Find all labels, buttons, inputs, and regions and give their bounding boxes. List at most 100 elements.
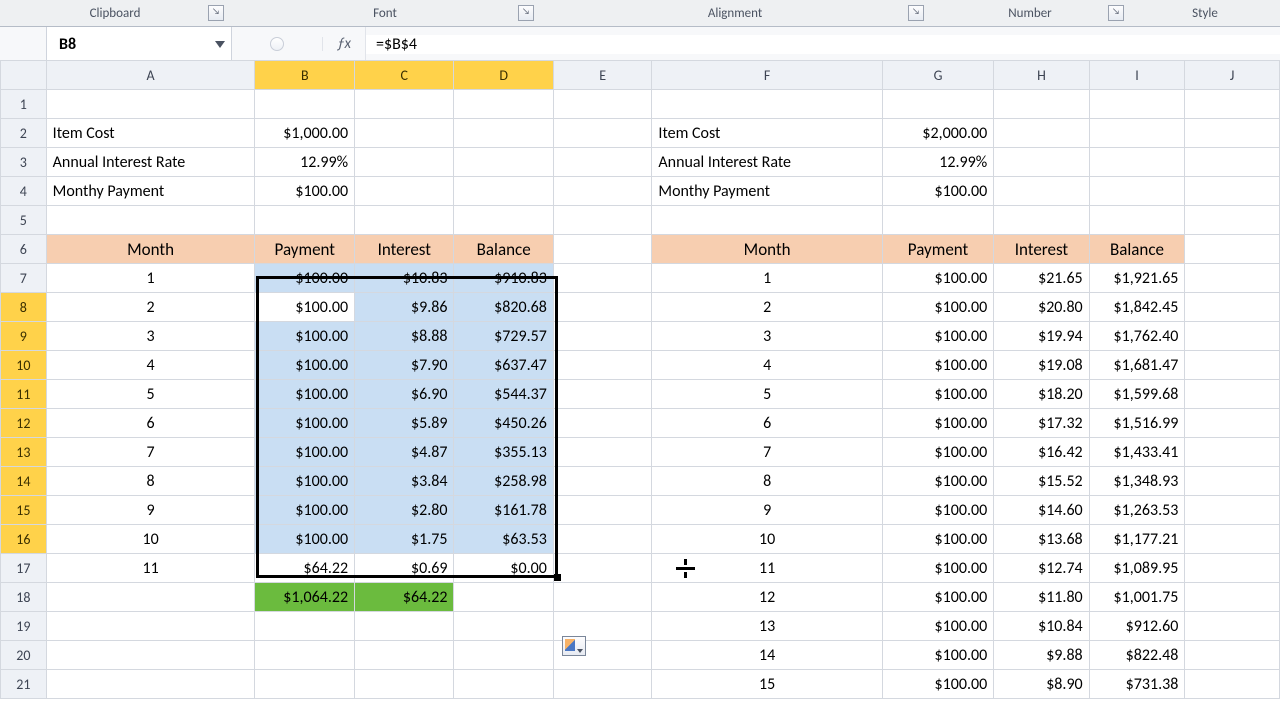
- cell[interactable]: $10.83: [355, 264, 454, 293]
- cell[interactable]: 9: [46, 496, 255, 525]
- row-header[interactable]: 7: [1, 264, 47, 293]
- cell[interactable]: 12.99%: [255, 148, 355, 177]
- cell[interactable]: $1,921.65: [1089, 264, 1185, 293]
- cell[interactable]: $912.60: [1089, 612, 1185, 641]
- cell[interactable]: $5.89: [355, 409, 454, 438]
- column-header[interactable]: I: [1089, 61, 1185, 90]
- row-header[interactable]: 10: [1, 351, 47, 380]
- cell[interactable]: $100.00: [882, 670, 993, 699]
- cell[interactable]: [553, 264, 652, 293]
- cell[interactable]: [1185, 177, 1280, 206]
- cell[interactable]: $1.75: [355, 525, 454, 554]
- cell[interactable]: 14: [652, 641, 882, 670]
- cell[interactable]: $1,001.75: [1089, 583, 1185, 612]
- cell[interactable]: [1089, 206, 1185, 235]
- cell[interactable]: [454, 641, 553, 670]
- cell[interactable]: Month: [652, 235, 882, 264]
- cell[interactable]: $100.00: [882, 612, 993, 641]
- cell[interactable]: 6: [46, 409, 255, 438]
- cell[interactable]: $0.00: [454, 554, 553, 583]
- cell[interactable]: $1,681.47: [1089, 351, 1185, 380]
- cell[interactable]: $355.13: [454, 438, 553, 467]
- cell[interactable]: [553, 409, 652, 438]
- cell[interactable]: $8.90: [994, 670, 1089, 699]
- column-header[interactable]: J: [1185, 61, 1280, 90]
- cell[interactable]: Item Cost: [652, 119, 882, 148]
- cell[interactable]: [553, 90, 652, 119]
- cell[interactable]: 11: [46, 554, 255, 583]
- cell[interactable]: $1,064.22: [255, 583, 355, 612]
- cell[interactable]: Payment: [882, 235, 993, 264]
- dialog-launcher-icon[interactable]: [208, 5, 224, 21]
- cell[interactable]: $100.00: [255, 438, 355, 467]
- fx-icon[interactable]: ƒx: [323, 27, 366, 61]
- row-header[interactable]: 18: [1, 583, 47, 612]
- cell[interactable]: [1185, 293, 1280, 322]
- cell[interactable]: Balance: [454, 235, 553, 264]
- column-header[interactable]: F: [652, 61, 882, 90]
- dialog-launcher-icon[interactable]: [908, 5, 924, 21]
- row-header[interactable]: 16: [1, 525, 47, 554]
- cell[interactable]: [1185, 119, 1280, 148]
- cell[interactable]: [1185, 380, 1280, 409]
- cell[interactable]: [255, 670, 355, 699]
- cell[interactable]: 10: [652, 525, 882, 554]
- cell[interactable]: 15: [652, 670, 882, 699]
- column-header[interactable]: C: [355, 61, 454, 90]
- cell[interactable]: $1,263.53: [1089, 496, 1185, 525]
- cell[interactable]: $17.32: [994, 409, 1089, 438]
- cell[interactable]: [1185, 206, 1280, 235]
- cell[interactable]: [994, 206, 1089, 235]
- cell[interactable]: $100.00: [882, 380, 993, 409]
- cell[interactable]: [553, 670, 652, 699]
- cell[interactable]: $2,000.00: [882, 119, 993, 148]
- cell[interactable]: Month: [46, 235, 255, 264]
- column-header[interactable]: G: [882, 61, 993, 90]
- cell[interactable]: $6.90: [355, 380, 454, 409]
- row-header[interactable]: 9: [1, 322, 47, 351]
- cell[interactable]: [355, 612, 454, 641]
- row-header[interactable]: 19: [1, 612, 47, 641]
- cell[interactable]: [255, 612, 355, 641]
- cell[interactable]: Annual Interest Rate: [46, 148, 255, 177]
- column-header[interactable]: E: [553, 61, 652, 90]
- cell[interactable]: [1185, 90, 1280, 119]
- cell[interactable]: 12.99%: [882, 148, 993, 177]
- row-header[interactable]: 2: [1, 119, 47, 148]
- row-header[interactable]: 4: [1, 177, 47, 206]
- cell[interactable]: Monthy Payment: [46, 177, 255, 206]
- cell[interactable]: $161.78: [454, 496, 553, 525]
- cell[interactable]: [1185, 409, 1280, 438]
- cell[interactable]: [553, 467, 652, 496]
- cell[interactable]: [1185, 641, 1280, 670]
- cell[interactable]: Item Cost: [46, 119, 255, 148]
- cell[interactable]: [355, 119, 454, 148]
- cell[interactable]: [652, 90, 882, 119]
- cell[interactable]: [1185, 525, 1280, 554]
- cell[interactable]: [1185, 467, 1280, 496]
- cell[interactable]: $100.00: [255, 177, 355, 206]
- cell[interactable]: [1185, 235, 1280, 264]
- row-header[interactable]: 5: [1, 206, 47, 235]
- cell[interactable]: [1089, 148, 1185, 177]
- cell[interactable]: $2.80: [355, 496, 454, 525]
- column-header[interactable]: H: [994, 61, 1089, 90]
- cell[interactable]: $100.00: [882, 554, 993, 583]
- cell[interactable]: 13: [652, 612, 882, 641]
- cell[interactable]: [255, 90, 355, 119]
- name-box[interactable]: B8: [47, 27, 232, 61]
- cell[interactable]: $820.68: [454, 293, 553, 322]
- row-header[interactable]: 21: [1, 670, 47, 699]
- cell[interactable]: [454, 148, 553, 177]
- cell[interactable]: [1185, 612, 1280, 641]
- cell[interactable]: [355, 90, 454, 119]
- cell[interactable]: [1185, 583, 1280, 612]
- cell[interactable]: $0.69: [355, 554, 454, 583]
- cell[interactable]: [46, 206, 255, 235]
- cell[interactable]: [553, 322, 652, 351]
- cell[interactable]: $64.22: [255, 554, 355, 583]
- cell[interactable]: 3: [652, 322, 882, 351]
- row-header[interactable]: 14: [1, 467, 47, 496]
- cell[interactable]: [553, 293, 652, 322]
- cell[interactable]: $11.80: [994, 583, 1089, 612]
